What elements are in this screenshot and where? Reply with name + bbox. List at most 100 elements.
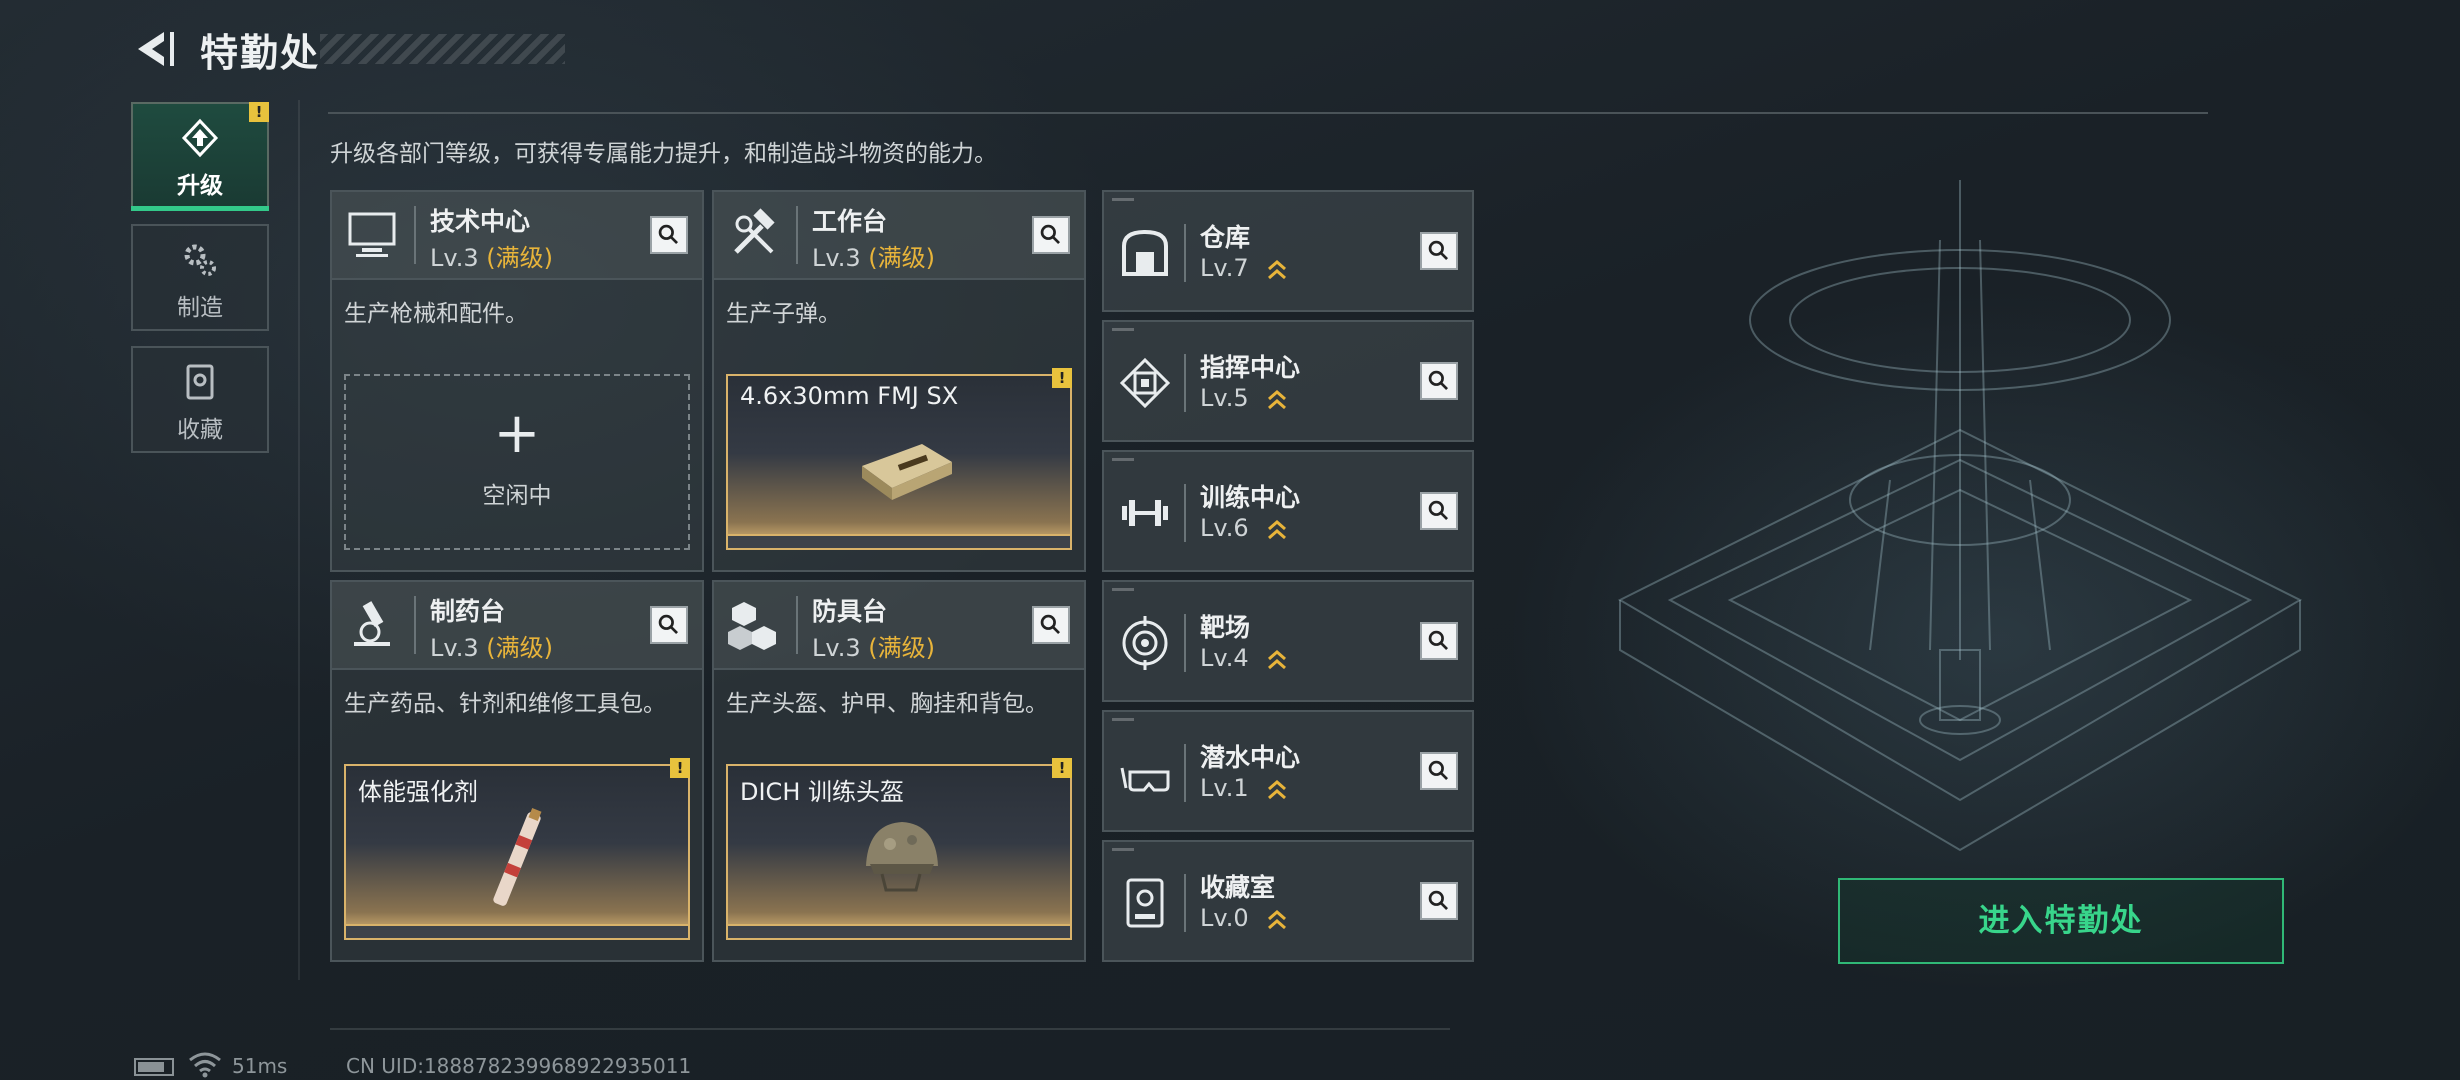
facility-level: Lv.1	[1200, 774, 1249, 802]
user-uid: CN UID:188878239968922935011	[346, 1054, 692, 1078]
department-description: 生产头盔、护甲、胸挂和背包。	[726, 691, 1048, 717]
upgrade-chevron-icon	[1268, 650, 1286, 670]
upgrade-chevron-icon	[1268, 520, 1286, 540]
department-name: 防具台	[812, 597, 888, 626]
decor-notch	[1112, 848, 1134, 851]
idle-slot[interactable]: + 空闲中	[344, 374, 690, 550]
sidebar-item-label: 制造	[177, 295, 223, 321]
production-progress	[728, 534, 1070, 548]
idle-label: 空闲中	[482, 483, 552, 509]
facility-row-training-center[interactable]: 训练中心 Lv.6	[1102, 450, 1474, 572]
search-icon[interactable]	[1420, 882, 1458, 920]
search-icon[interactable]	[1420, 752, 1458, 790]
ammo-box-image	[862, 444, 952, 500]
department-card-workbench[interactable]: 工作台 Lv.3 (满级) 生产子弹。 4.6x30mm FMJ SX !	[712, 190, 1086, 572]
separator	[1184, 614, 1186, 672]
separator	[1184, 744, 1186, 802]
add-icon: +	[493, 401, 541, 466]
production-slot[interactable]: 体能强化剂 !	[344, 758, 690, 940]
decor-notch	[1112, 458, 1134, 461]
department-level: Lv.3 (满级)	[430, 634, 553, 662]
facility-name: 潜水中心	[1200, 743, 1301, 772]
search-icon[interactable]	[1420, 622, 1458, 660]
helmet-image	[866, 822, 938, 892]
facility-level: Lv.5	[1200, 384, 1249, 412]
warehouse-icon	[1122, 229, 1168, 276]
enter-special-ops-button[interactable]: 进入特勤处	[1838, 878, 2284, 964]
upgrade-chevron-icon	[1268, 910, 1286, 930]
sidebar-item-upgrade[interactable]: 升级 !	[131, 102, 269, 209]
production-progress	[346, 924, 688, 938]
separator	[1184, 874, 1186, 932]
search-icon[interactable]	[1032, 216, 1070, 254]
department-card-pharmacy[interactable]: 制药台 Lv.3 (满级) 生产药品、针剂和维修工具包。 体能强化剂 !	[330, 580, 704, 962]
gears-icon	[184, 244, 216, 276]
facility-level: Lv.6	[1200, 514, 1249, 542]
target-icon	[1122, 616, 1168, 670]
collection-icon	[1126, 878, 1164, 928]
collection-icon	[186, 364, 214, 400]
department-name: 技术中心	[430, 207, 531, 236]
department-level: Lv.3 (满级)	[812, 634, 935, 662]
sidebar-item-label: 收藏	[177, 417, 223, 443]
hammer-wrench-icon	[734, 208, 775, 254]
department-description: 生产子弹。	[726, 301, 841, 327]
facility-name: 指挥中心	[1200, 353, 1301, 382]
separator	[1184, 484, 1186, 542]
alert-badge: !	[1052, 368, 1072, 388]
product-name: 体能强化剂	[358, 778, 478, 806]
active-indicator	[131, 206, 269, 211]
divider	[328, 112, 2208, 114]
decor-notch	[1112, 718, 1134, 721]
sidebar-item-collection[interactable]: 收藏	[131, 346, 269, 453]
search-icon[interactable]	[1420, 492, 1458, 530]
facility-row-warehouse[interactable]: 仓库 Lv.7	[1102, 190, 1474, 312]
card-header: 工作台 Lv.3 (满级)	[714, 192, 1084, 280]
department-name: 工作台	[812, 207, 888, 236]
facility-row-collection-room[interactable]: 收藏室 Lv.0	[1102, 840, 1474, 962]
upgrade-chevron-icon	[1268, 780, 1286, 800]
dive-mask-icon	[1120, 767, 1170, 792]
wifi-icon	[189, 1052, 221, 1078]
cubes-icon	[728, 602, 776, 650]
upgrade-icon	[181, 118, 219, 158]
sidebar-item-craft[interactable]: 制造	[131, 224, 269, 331]
department-card-armor-bench[interactable]: 防具台 Lv.3 (满级) 生产头盔、护甲、胸挂和背包。 DICH 训练头盔 !	[712, 580, 1086, 962]
microscope-icon	[354, 601, 390, 646]
facility-level: Lv.0	[1200, 904, 1249, 932]
base-blueprint-illustration	[1617, 180, 2303, 852]
page-title: 特勤处	[200, 31, 321, 75]
title-decor-stripes	[320, 34, 565, 64]
facility-row-command-center[interactable]: 指挥中心 Lv.5	[1102, 320, 1474, 442]
search-icon[interactable]	[1420, 232, 1458, 270]
decor-notch	[1112, 588, 1134, 591]
dumbbell-icon	[1122, 500, 1168, 526]
upgrade-chevron-icon	[1268, 390, 1286, 410]
product-name: 4.6x30mm FMJ SX	[740, 382, 959, 410]
divider	[298, 100, 300, 980]
department-card-tech-center[interactable]: 技术中心 Lv.3 (满级) 生产枪械和配件。 + 空闲中	[330, 190, 704, 572]
chip-icon	[1119, 357, 1171, 409]
department-description: 生产枪械和配件。	[344, 301, 528, 327]
computer-icon	[348, 212, 396, 257]
facility-row-shooting-range[interactable]: 靶场 Lv.4	[1102, 580, 1474, 702]
sidebar-item-label: 升级	[177, 173, 223, 199]
intro-text: 升级各部门等级，可获得专属能力提升，和制造战斗物资的能力。	[330, 141, 997, 167]
production-slot[interactable]: DICH 训练头盔 !	[726, 758, 1072, 940]
back-arrow-icon[interactable]	[130, 26, 176, 72]
search-icon[interactable]	[1032, 606, 1070, 644]
alert-badge: !	[670, 758, 690, 778]
facility-row-diving-center[interactable]: 潜水中心 Lv.1	[1102, 710, 1474, 832]
product-name: DICH 训练头盔	[740, 778, 904, 806]
decor-notch	[1112, 198, 1134, 201]
search-icon[interactable]	[650, 216, 688, 254]
department-description: 生产药品、针剂和维修工具包。	[344, 691, 666, 717]
injector-image	[493, 807, 542, 906]
separator	[1184, 354, 1186, 412]
card-header: 防具台 Lv.3 (满级)	[714, 582, 1084, 670]
search-icon[interactable]	[650, 606, 688, 644]
search-icon[interactable]	[1420, 362, 1458, 400]
production-slot[interactable]: 4.6x30mm FMJ SX !	[726, 368, 1072, 550]
alert-badge: !	[249, 102, 269, 122]
facility-level: Lv.4	[1200, 644, 1249, 672]
